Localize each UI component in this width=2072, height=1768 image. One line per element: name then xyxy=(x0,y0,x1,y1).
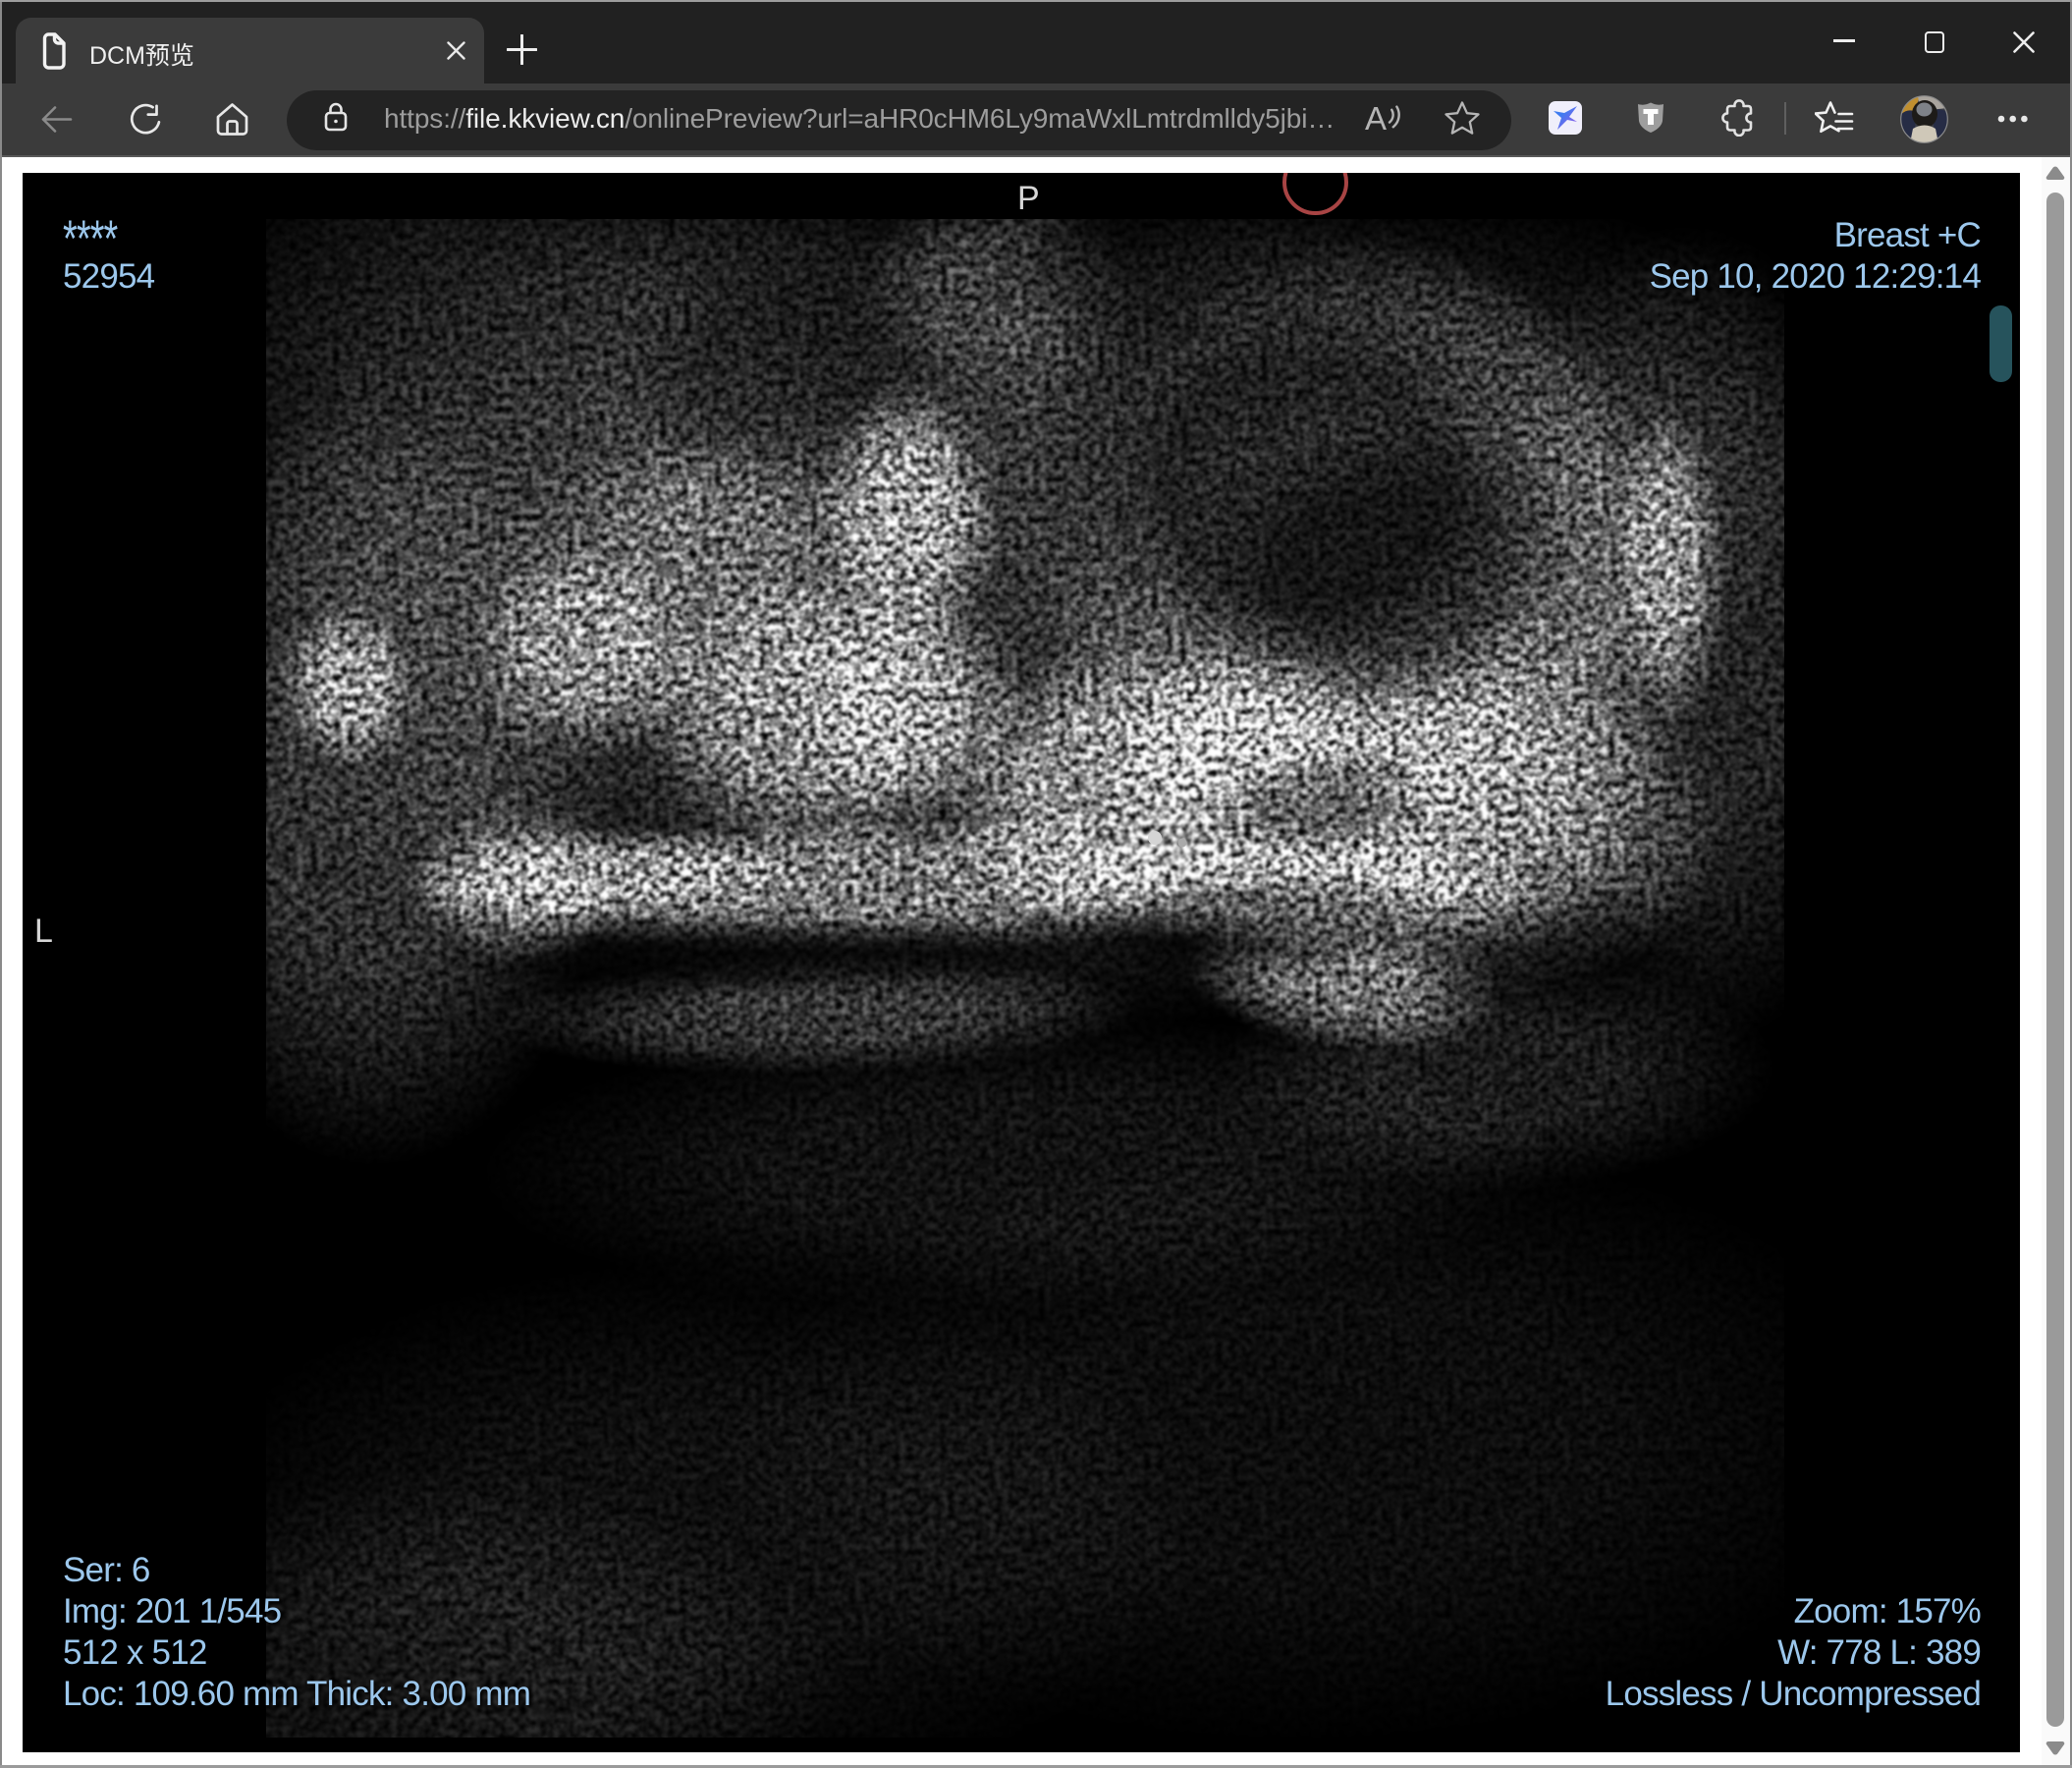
svg-text:A: A xyxy=(1365,100,1387,137)
